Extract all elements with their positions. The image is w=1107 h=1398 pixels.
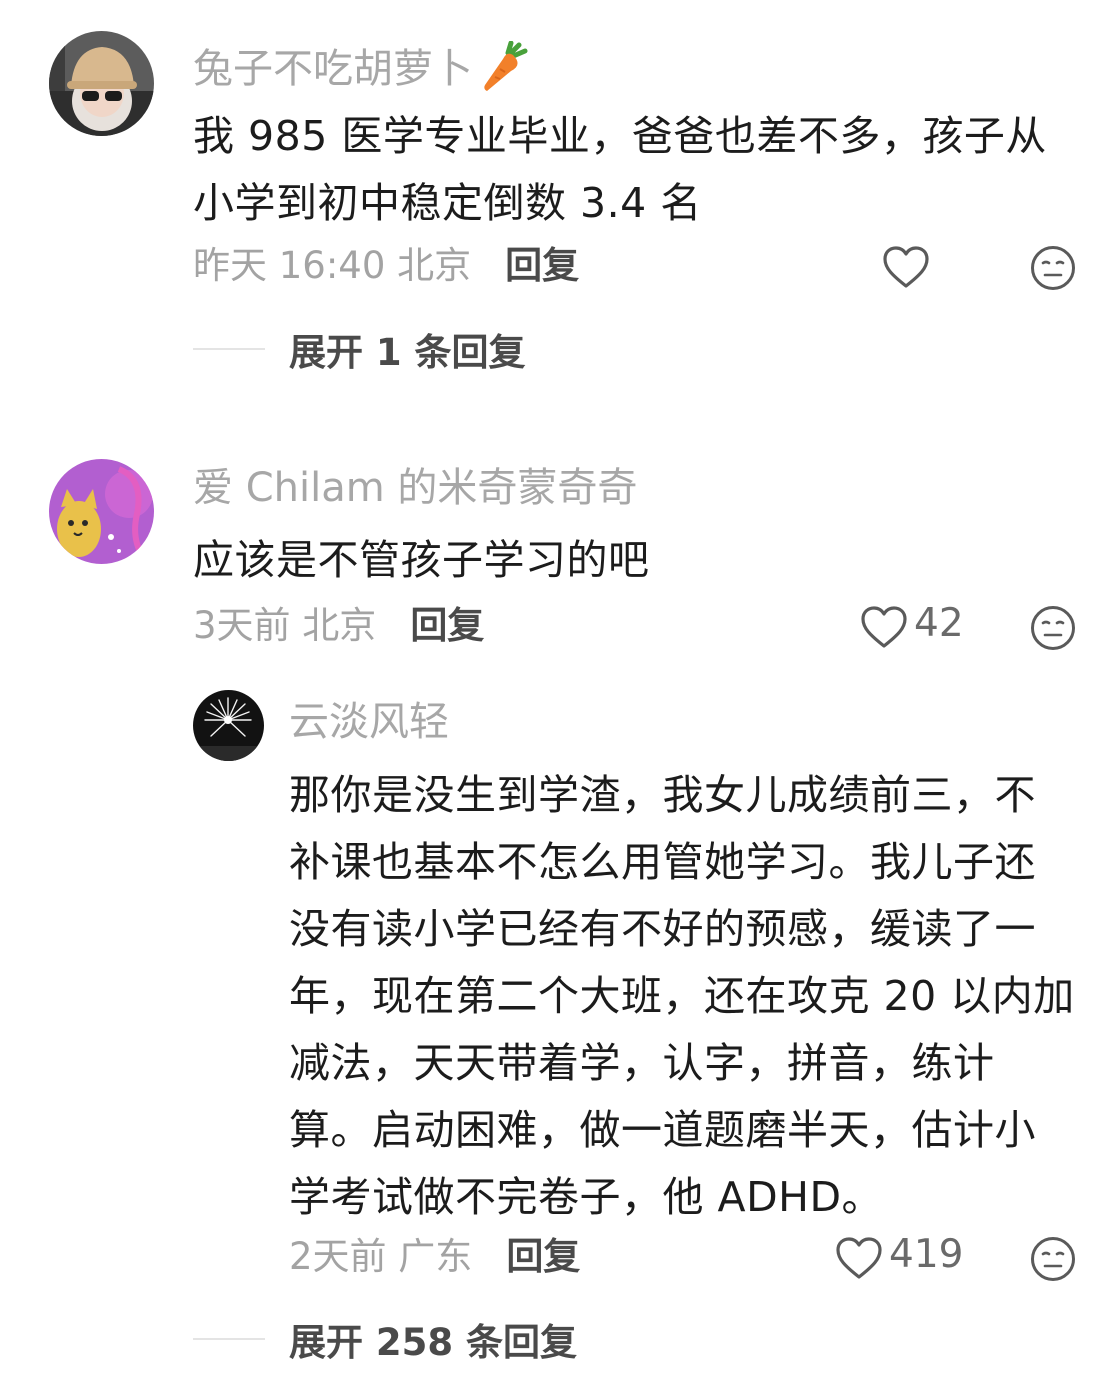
neutral-face-icon xyxy=(1030,1236,1076,1282)
like-button[interactable]: 42 xyxy=(860,600,964,649)
heart-outline-icon xyxy=(860,605,908,649)
divider-line xyxy=(193,348,265,350)
heart-outline-icon xyxy=(882,245,930,289)
comment-line: 小学到初中稳定倒数 3.4 名 xyxy=(193,179,702,227)
reply-line: 那你是没生到学渣，我女儿成绩前三，不 xyxy=(289,771,1036,819)
dislike-button[interactable] xyxy=(1030,1236,1076,1282)
comment-meta: 3天前 北京 回复 xyxy=(193,607,484,644)
reply-line: 算。启动困难，做一道题磨半天，估计小 xyxy=(289,1106,1036,1154)
reply-button[interactable]: 回复 xyxy=(505,247,579,284)
comment-line: 应该是不管孩子学习的吧 xyxy=(193,536,650,584)
username-row: 爱 Chilam 的米奇蒙奇奇 xyxy=(193,468,637,508)
avatar[interactable] xyxy=(193,690,264,761)
reply-button[interactable]: 回复 xyxy=(506,1238,580,1275)
dislike-button[interactable] xyxy=(1030,605,1076,651)
heart-outline-icon xyxy=(835,1236,883,1280)
neutral-face-icon xyxy=(1030,605,1076,651)
reply-meta: 2天前 广东 回复 xyxy=(289,1238,580,1275)
expand-replies[interactable]: 展开 258 条回复 xyxy=(193,1312,577,1366)
username-row: 兔子不吃胡萝卜 xyxy=(193,40,529,97)
comment-item: 兔子不吃胡萝卜 我 985 医学专业毕业，爸爸也差不多，孩子从 小学到初中稳定倒… xyxy=(0,0,1107,400)
avatar[interactable] xyxy=(49,31,154,136)
comment-meta: 昨天 16:40 北京 回复 xyxy=(193,247,579,284)
expand-replies-label[interactable]: 展开 1 条回复 xyxy=(289,322,526,376)
like-button[interactable]: 419 xyxy=(835,1231,964,1280)
carrot-icon xyxy=(481,40,529,97)
comment-line: 我 985 医学专业毕业，爸爸也差不多，孩子从 xyxy=(193,112,1047,160)
time-location: 昨天 16:40 北京 xyxy=(193,244,472,287)
like-count: 419 xyxy=(889,1231,964,1277)
reply-line: 年，现在第二个大班，还在攻克 20 以内加 xyxy=(289,972,1075,1020)
like-count: 42 xyxy=(914,600,964,646)
dislike-button[interactable] xyxy=(1030,245,1076,291)
like-button[interactable] xyxy=(882,245,930,289)
username[interactable]: 云淡风轻 xyxy=(289,699,449,745)
username[interactable]: 爱 Chilam 的米奇蒙奇奇 xyxy=(193,465,637,511)
reply-item: 云淡风轻 那你是没生到学渣，我女儿成绩前三，不 补课也基本不怎么用管她学习。我儿… xyxy=(0,690,1107,1330)
time-location: 3天前 北京 xyxy=(193,604,377,647)
username[interactable]: 兔子不吃胡萝卜 xyxy=(193,49,473,89)
expand-replies-label[interactable]: 展开 258 条回复 xyxy=(289,1312,577,1366)
username-row: 云淡风轻 xyxy=(289,702,449,742)
time-location: 2天前 广东 xyxy=(289,1235,473,1278)
reply-button[interactable]: 回复 xyxy=(410,607,484,644)
reply-line: 减法，天天带着学，认字，拼音，练计 xyxy=(289,1039,995,1087)
reply-line: 学考试做不完卷子，他 ADHD。 xyxy=(289,1173,884,1221)
comment-content: 我 985 医学专业毕业，爸爸也差不多，孩子从 小学到初中稳定倒数 3.4 名 xyxy=(193,103,1073,237)
comment-item: 爱 Chilam 的米奇蒙奇奇 应该是不管孩子学习的吧 3天前 北京 回复 42 xyxy=(0,450,1107,1398)
avatar[interactable] xyxy=(49,459,154,564)
reply-line: 没有读小学已经有不好的预感，缓读了一 xyxy=(289,905,1036,953)
comment-content: 应该是不管孩子学习的吧 xyxy=(193,527,1073,594)
expand-replies[interactable]: 展开 1 条回复 xyxy=(193,322,526,376)
reply-line: 补课也基本不怎么用管她学习。我儿子还 xyxy=(289,838,1036,886)
neutral-face-icon xyxy=(1030,245,1076,291)
divider-line xyxy=(193,1338,265,1340)
reply-content: 那你是没生到学渣，我女儿成绩前三，不 补课也基本不怎么用管她学习。我儿子还 没有… xyxy=(289,762,1089,1231)
